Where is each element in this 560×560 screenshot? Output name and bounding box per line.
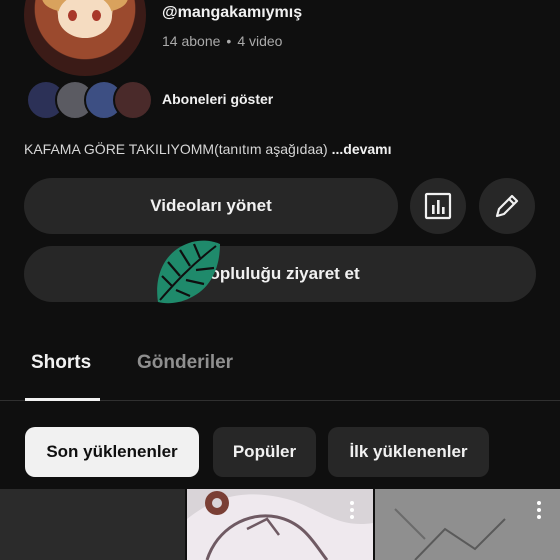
bar-chart-icon (424, 192, 452, 220)
filter-chip-label: İlk yüklenenler (349, 442, 468, 461)
video-count: 4 video (237, 33, 283, 49)
channel-handle: @mangakamıymış (162, 4, 303, 21)
filter-chip-label: Son yüklenenler (46, 442, 178, 461)
manage-videos-label: Videoları yönet (150, 196, 272, 215)
thumbnail-image (375, 489, 560, 560)
monstera-leaf-icon (157, 240, 220, 304)
visit-community-label: Topluluğu ziyaret et (200, 264, 360, 283)
tab-posts[interactable]: Gönderiler (137, 352, 233, 374)
short-thumbnail[interactable] (187, 489, 373, 560)
filter-chip-oldest[interactable]: İlk yüklenenler (328, 427, 489, 477)
manage-videos-button[interactable]: Videoları yönet (24, 178, 398, 234)
edit-channel-button[interactable] (479, 178, 535, 234)
description-text: KAFAMA GÖRE TAKILIYOMM(tanıtım aşağıdaa) (24, 141, 328, 157)
short-thumbnail[interactable] (0, 489, 185, 560)
short-thumbnail[interactable] (375, 489, 560, 560)
filter-chip-recent[interactable]: Son yüklenenler (25, 427, 199, 477)
pencil-icon (495, 194, 519, 218)
thumbnail-image (187, 491, 373, 560)
show-subscribers-link[interactable]: Aboneleri göster (162, 91, 273, 107)
short-menu-icon[interactable] (350, 501, 356, 519)
stats-separator: • (226, 33, 232, 49)
description-more[interactable]: ...devamı (332, 141, 392, 157)
short-menu-icon[interactable] (537, 501, 543, 519)
filter-chip-label: Popüler (232, 442, 297, 461)
channel-stats: 14 abone • 4 video (162, 33, 282, 49)
analytics-button[interactable] (410, 178, 466, 234)
subscriber-count: 14 abone (162, 33, 221, 49)
active-tab-indicator (25, 398, 100, 401)
subscriber-avatar (113, 80, 153, 120)
channel-description[interactable]: KAFAMA GÖRE TAKILIYOMM(tanıtım aşağıdaa)… (24, 141, 392, 157)
filter-chip-popular[interactable]: Popüler (213, 427, 316, 477)
visit-community-button[interactable]: Topluluğu ziyaret et (24, 246, 536, 302)
channel-avatar[interactable] (24, 0, 146, 76)
subscriber-avatars[interactable] (26, 80, 153, 120)
tab-shorts[interactable]: Shorts (31, 352, 91, 374)
